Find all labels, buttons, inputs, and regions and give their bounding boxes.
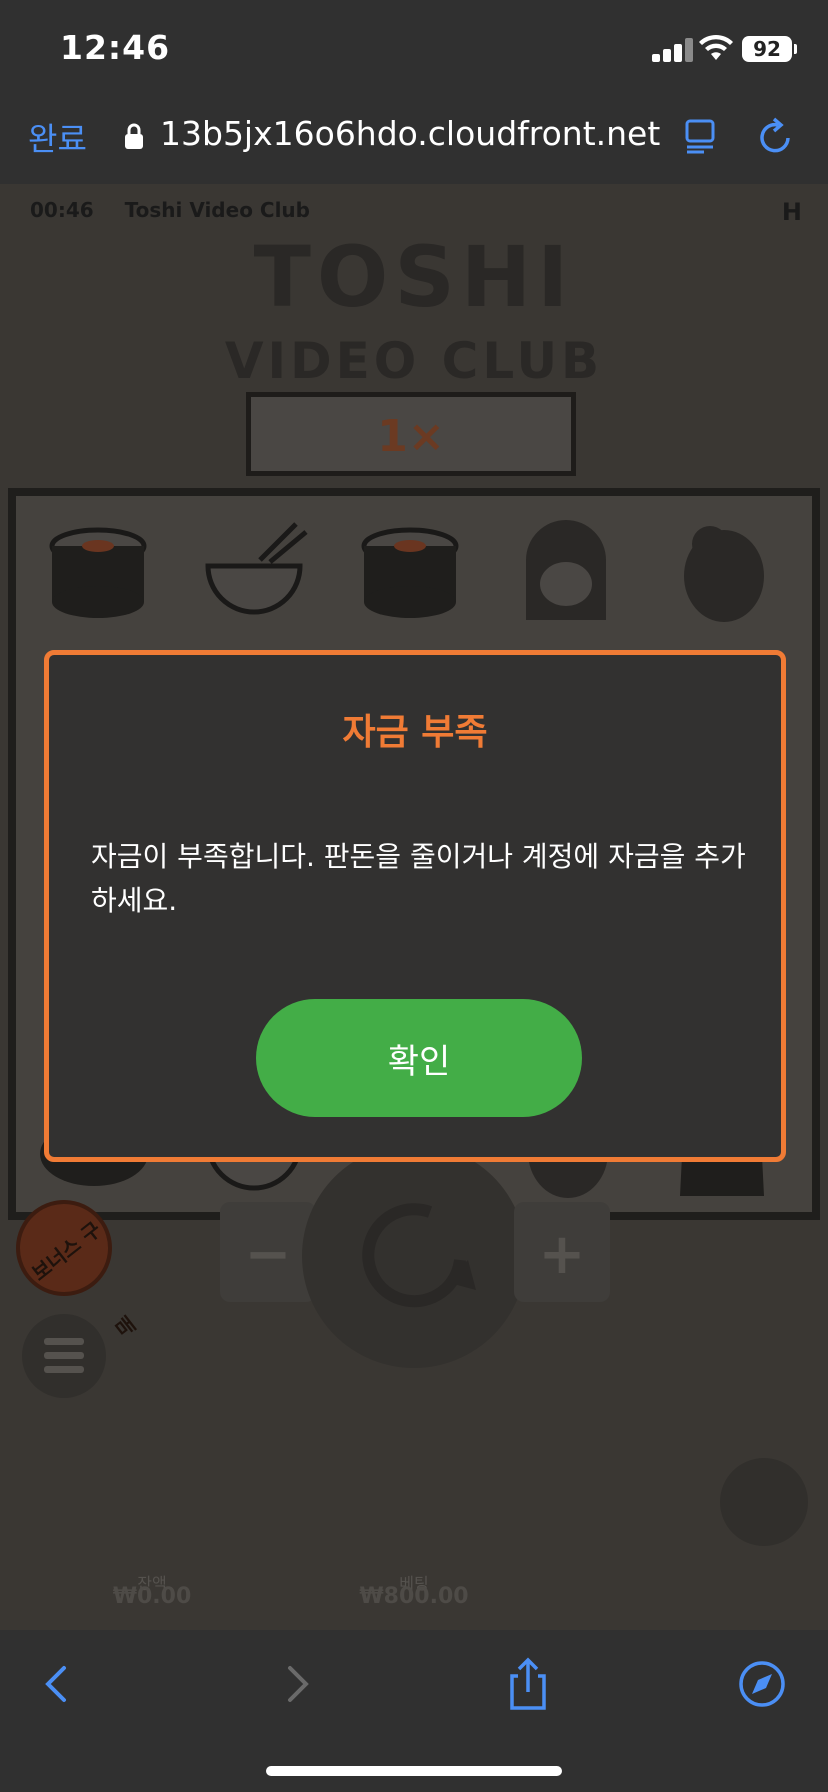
plus-label: + <box>538 1222 586 1287</box>
browser-url-bar: 완료 13b5jx16o6hdo.cloudfront.net <box>0 96 828 184</box>
noodle-bowl-icon <box>176 500 332 640</box>
share-icon[interactable] <box>500 1656 556 1712</box>
insufficient-funds-dialog: 자금 부족 자금이 부족합니다. 판돈을 줄이거나 계정에 자금을 추가하세요.… <box>44 650 786 1162</box>
status-time: 12:46 <box>60 28 171 67</box>
battery-icon: 92 <box>742 36 797 62</box>
reader-mode-icon[interactable] <box>684 118 716 154</box>
url-address-field[interactable]: 13b5jx16o6hdo.cloudfront.net <box>160 114 660 153</box>
round-time: 00:46 <box>30 198 94 222</box>
beaver-icon <box>644 500 800 640</box>
game-info-bar: 00:46 Toshi Video Club <box>30 198 334 222</box>
spin-arrow-icon <box>362 1203 476 1308</box>
compass-icon[interactable] <box>734 1656 790 1712</box>
back-icon[interactable] <box>30 1656 86 1712</box>
ok-button[interactable]: 확인 <box>256 999 582 1117</box>
dialog-message: 자금이 부족합니다. 판돈을 줄이거나 계정에 자금을 추가하세요. <box>91 840 746 917</box>
balance-value: ₩0.00 <box>112 1584 192 1609</box>
reload-icon[interactable] <box>758 116 794 156</box>
dialog-title: 자금 부족 <box>342 712 488 753</box>
increase-bet-button[interactable]: + <box>514 1202 610 1302</box>
menu-button[interactable] <box>22 1314 106 1398</box>
sushi-icon <box>20 500 176 640</box>
done-button[interactable]: 완료 <box>28 114 87 160</box>
sushi-icon <box>332 500 488 640</box>
status-bar: 12:46 92 <box>0 0 828 96</box>
lock-icon <box>125 123 143 149</box>
provider-logo-icon: H <box>781 198 802 226</box>
home-indicator[interactable] <box>266 1766 562 1776</box>
bet-value: ₩800.00 <box>359 1584 469 1609</box>
autoplay-button[interactable] <box>720 1458 808 1546</box>
multiplier-value: 1× <box>377 411 445 462</box>
game-name: Toshi Video Club <box>124 198 310 222</box>
cellular-signal-icon <box>652 38 694 62</box>
forward-icon[interactable] <box>268 1656 324 1712</box>
game-logo-line1: TOSHI <box>253 228 575 326</box>
wifi-icon <box>699 34 733 60</box>
game-logo-line2: VIDEO CLUB <box>224 332 604 390</box>
girl-character-icon <box>488 500 644 640</box>
multiplier-banner: 1× <box>246 392 576 476</box>
